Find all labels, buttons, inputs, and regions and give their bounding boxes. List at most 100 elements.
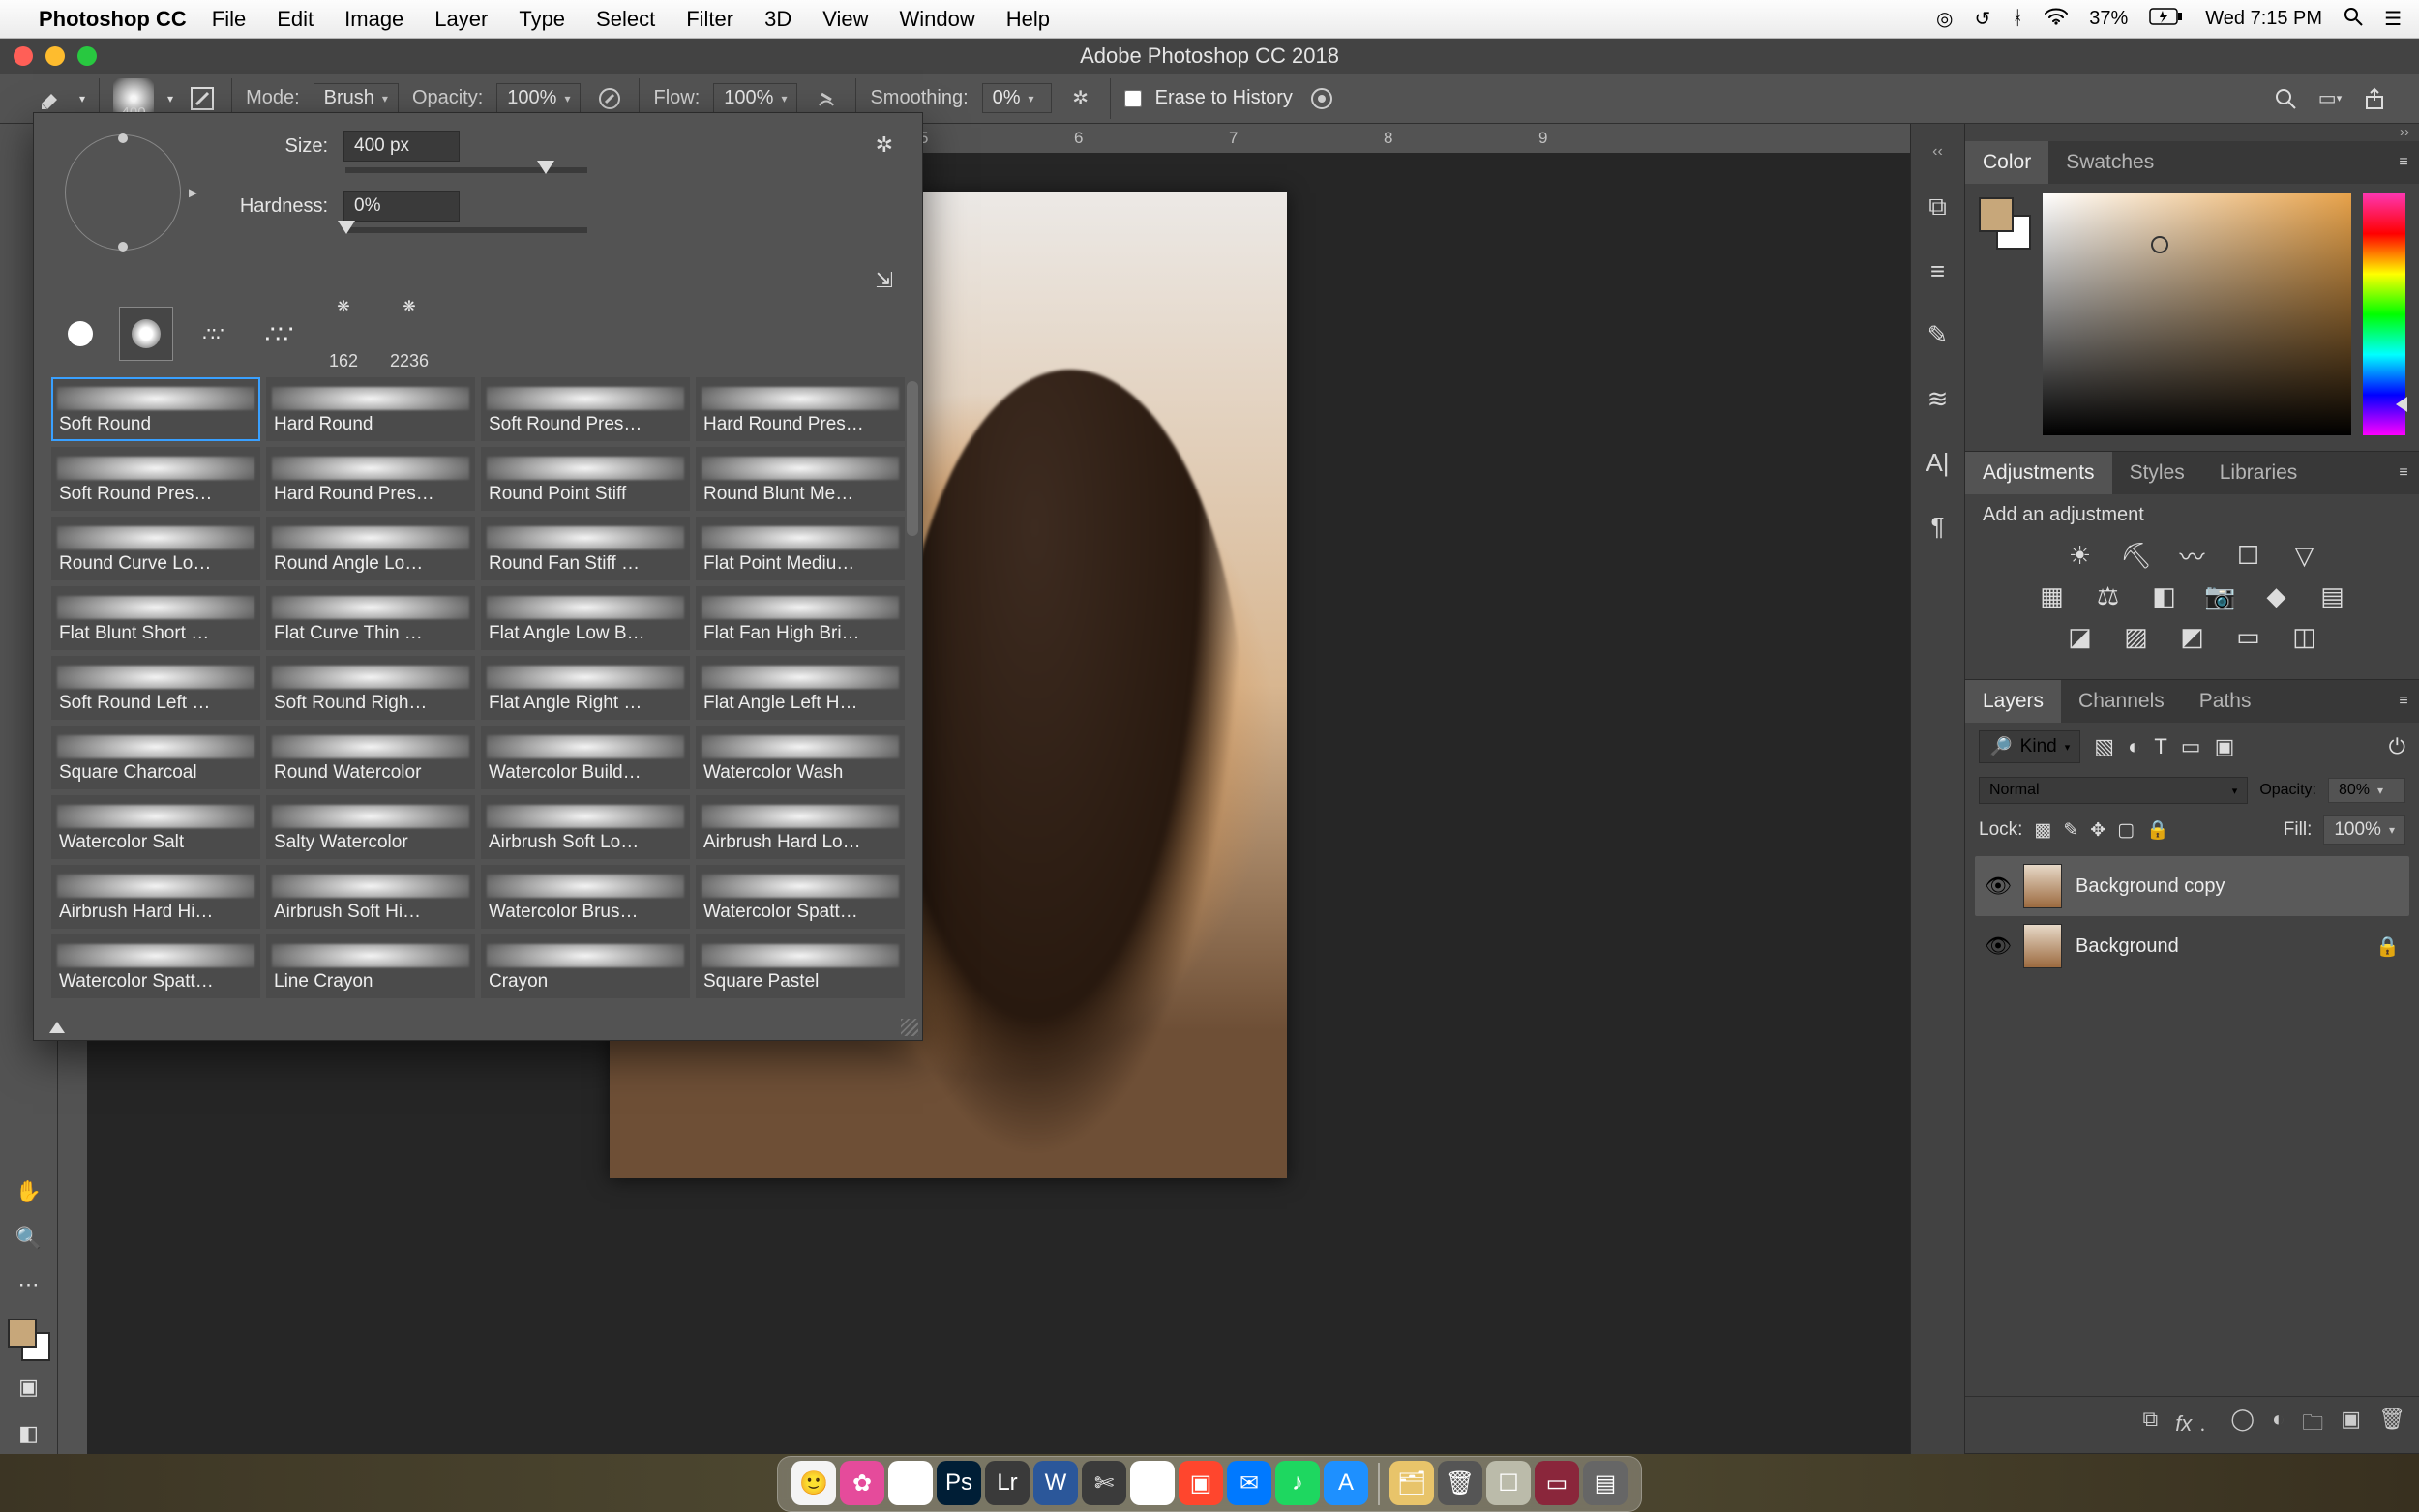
photo-filter-icon[interactable]: 📷 xyxy=(2203,580,2238,611)
brush-preset-item[interactable]: Soft Round Righ… xyxy=(266,656,475,720)
clock[interactable]: Wed 7:15 PM xyxy=(2205,8,2322,30)
share-icon[interactable] xyxy=(2359,83,2390,114)
app-name[interactable]: Photoshop CC xyxy=(39,7,187,32)
dock-app[interactable]: 🗂 xyxy=(1389,1461,1434,1505)
menu-layer[interactable]: Layer xyxy=(434,7,488,31)
brush-preset-item[interactable]: Round Watercolor xyxy=(266,726,475,789)
brush-preset-item[interactable]: Round Blunt Me… xyxy=(696,447,905,511)
filter-pixel-icon[interactable]: ▧ xyxy=(2094,734,2114,759)
tab-swatches[interactable]: Swatches xyxy=(2048,141,2171,184)
filter-shape-icon[interactable]: ▭ xyxy=(2181,734,2201,759)
layer-fx-icon[interactable]: fx﹒ xyxy=(2175,1407,2213,1443)
hand-tool-icon[interactable]: ✋ xyxy=(9,1171,49,1212)
layer-opacity-field[interactable]: 80%▾ xyxy=(2328,778,2405,803)
color-fg-bg-swatch[interactable] xyxy=(1979,197,2031,250)
hue-slider[interactable] xyxy=(2363,193,2405,435)
dock-app[interactable]: ✉︎ xyxy=(1227,1461,1271,1505)
dock-app[interactable]: 🙂 xyxy=(791,1461,836,1505)
smoothing-field[interactable]: 0%▾ xyxy=(982,83,1052,113)
brush-preset-item[interactable]: Flat Blunt Short … xyxy=(51,586,260,650)
dock-app[interactable]: ☐ xyxy=(1486,1461,1531,1505)
brush-preset-item[interactable]: Flat Curve Thin … xyxy=(266,586,475,650)
adjustments-panel-menu-icon[interactable]: ≡ xyxy=(2388,452,2419,494)
menu-filter[interactable]: Filter xyxy=(686,7,733,31)
brush-preset-item[interactable]: Hard Round Pres… xyxy=(696,377,905,441)
brush-size-field[interactable]: 400 px xyxy=(343,131,460,162)
tab-layers[interactable]: Layers xyxy=(1965,680,2061,723)
brush-preset-item[interactable]: Flat Angle Right … xyxy=(481,656,690,720)
brush-preset-item[interactable]: Round Curve Lo… xyxy=(51,517,260,580)
color-balance-icon[interactable]: ⚖ xyxy=(2091,580,2126,611)
lock-pixels-icon[interactable]: ✎ xyxy=(2063,819,2078,842)
size-pressure-icon[interactable] xyxy=(1306,83,1337,114)
brush-preset-item[interactable]: Soft Round Left … xyxy=(51,656,260,720)
brush-preset-item[interactable]: Round Angle Lo… xyxy=(266,517,475,580)
menu-3d[interactable]: 3D xyxy=(764,7,791,31)
dock-app[interactable]: ▤ xyxy=(1583,1461,1628,1505)
brush-popup-expand-icon[interactable] xyxy=(49,1022,65,1033)
mode-dropdown[interactable]: Brush▾ xyxy=(314,83,399,113)
channel-mixer-icon[interactable]: ◆ xyxy=(2259,580,2294,611)
brush-preset-item[interactable]: Flat Angle Low B… xyxy=(481,586,690,650)
timemachine-icon[interactable]: ↺ xyxy=(1974,7,1990,31)
layer-thumbnail[interactable] xyxy=(2023,864,2062,908)
menu-help[interactable]: Help xyxy=(1006,7,1050,31)
menu-edit[interactable]: Edit xyxy=(277,7,314,31)
menu-image[interactable]: Image xyxy=(344,7,403,31)
brushes-panel-icon[interactable]: ✎ xyxy=(1921,317,1956,352)
invert-icon[interactable]: ◪ xyxy=(2063,621,2098,652)
black-white-icon[interactable]: ◧ xyxy=(2147,580,2182,611)
fill-field[interactable]: 100%▾ xyxy=(2323,815,2405,845)
opacity-field[interactable]: 100%▾ xyxy=(496,83,581,113)
zoom-window-button[interactable] xyxy=(77,46,97,66)
color-panel-menu-icon[interactable]: ≡ xyxy=(2388,141,2419,184)
brush-preset-item[interactable]: Line Crayon xyxy=(266,934,475,998)
layer-row[interactable]: 👁Background copy xyxy=(1975,856,2409,916)
brush-popup-resize-handle[interactable] xyxy=(901,1019,918,1036)
search-icon[interactable] xyxy=(2270,83,2301,114)
brush-preset-item[interactable]: Soft Round Pres… xyxy=(481,377,690,441)
brush-preset-item[interactable]: Watercolor Spatt… xyxy=(51,934,260,998)
levels-icon[interactable]: ⛏ xyxy=(2119,540,2154,571)
brush-list-scrollbar[interactable] xyxy=(907,381,918,536)
brush-tip-hard[interactable] xyxy=(53,307,107,361)
dock-app[interactable]: ▭ xyxy=(1535,1461,1579,1505)
color-lookup-icon[interactable]: ▤ xyxy=(2315,580,2350,611)
screen-mode-icon[interactable]: ▣ xyxy=(9,1367,49,1408)
brush-tip-scatter2[interactable]: ∴∵ xyxy=(251,307,305,361)
brush-tip-custom2[interactable]: ❋2236 xyxy=(382,307,436,361)
smoothing-options-icon[interactable]: ✲ xyxy=(1065,83,1096,114)
brush-preset-item[interactable]: Hard Round xyxy=(266,377,475,441)
new-group-icon[interactable]: 🗀 xyxy=(2302,1407,2323,1443)
brush-preset-item[interactable]: Airbrush Soft Lo… xyxy=(481,795,690,859)
brush-preset-item[interactable]: Watercolor Build… xyxy=(481,726,690,789)
link-layers-icon[interactable]: ⧉ xyxy=(2142,1407,2158,1443)
history-panel-icon[interactable]: ⧉ xyxy=(1921,190,1956,224)
hardness-slider[interactable] xyxy=(345,227,587,233)
brush-preset-item[interactable]: Airbrush Hard Lo… xyxy=(696,795,905,859)
brush-popup-detach-icon[interactable]: ⇲ xyxy=(866,262,903,299)
layer-filter-kind[interactable]: 🔎 Kind ▾ xyxy=(1979,730,2080,763)
brush-preset-item[interactable]: Flat Angle Left H… xyxy=(696,656,905,720)
exposure-icon[interactable]: ☐ xyxy=(2231,540,2266,571)
brush-preset-item[interactable]: Soft Round xyxy=(51,377,260,441)
layers-panel-menu-icon[interactable]: ≡ xyxy=(2388,680,2419,723)
brush-preset-item[interactable]: Square Pastel xyxy=(696,934,905,998)
brush-tip-scatter1[interactable]: ∴∵ xyxy=(185,307,239,361)
control-center-icon[interactable]: ☰ xyxy=(2384,7,2402,31)
dock-app[interactable]: Ps xyxy=(937,1461,981,1505)
tab-adjustments[interactable]: Adjustments xyxy=(1965,452,2112,494)
posterize-icon[interactable]: ▨ xyxy=(2119,621,2154,652)
layer-thumbnail[interactable] xyxy=(2023,924,2062,968)
brush-preset-item[interactable]: Flat Fan High Bri… xyxy=(696,586,905,650)
brush-preset-item[interactable]: Watercolor Spatt… xyxy=(696,865,905,929)
delete-layer-icon[interactable]: 🗑 xyxy=(2378,1407,2405,1443)
flow-field[interactable]: 100%▾ xyxy=(713,83,797,113)
filter-type-icon[interactable]: T xyxy=(2154,734,2166,759)
tab-paths[interactable]: Paths xyxy=(2182,680,2269,723)
lock-all-icon[interactable]: 🔒 xyxy=(2146,818,2169,842)
dock-app[interactable]: W xyxy=(1033,1461,1078,1505)
filter-adjustment-icon[interactable]: ◐ xyxy=(2128,734,2140,759)
dock-app[interactable]: A xyxy=(1324,1461,1368,1505)
menu-type[interactable]: Type xyxy=(519,7,565,31)
